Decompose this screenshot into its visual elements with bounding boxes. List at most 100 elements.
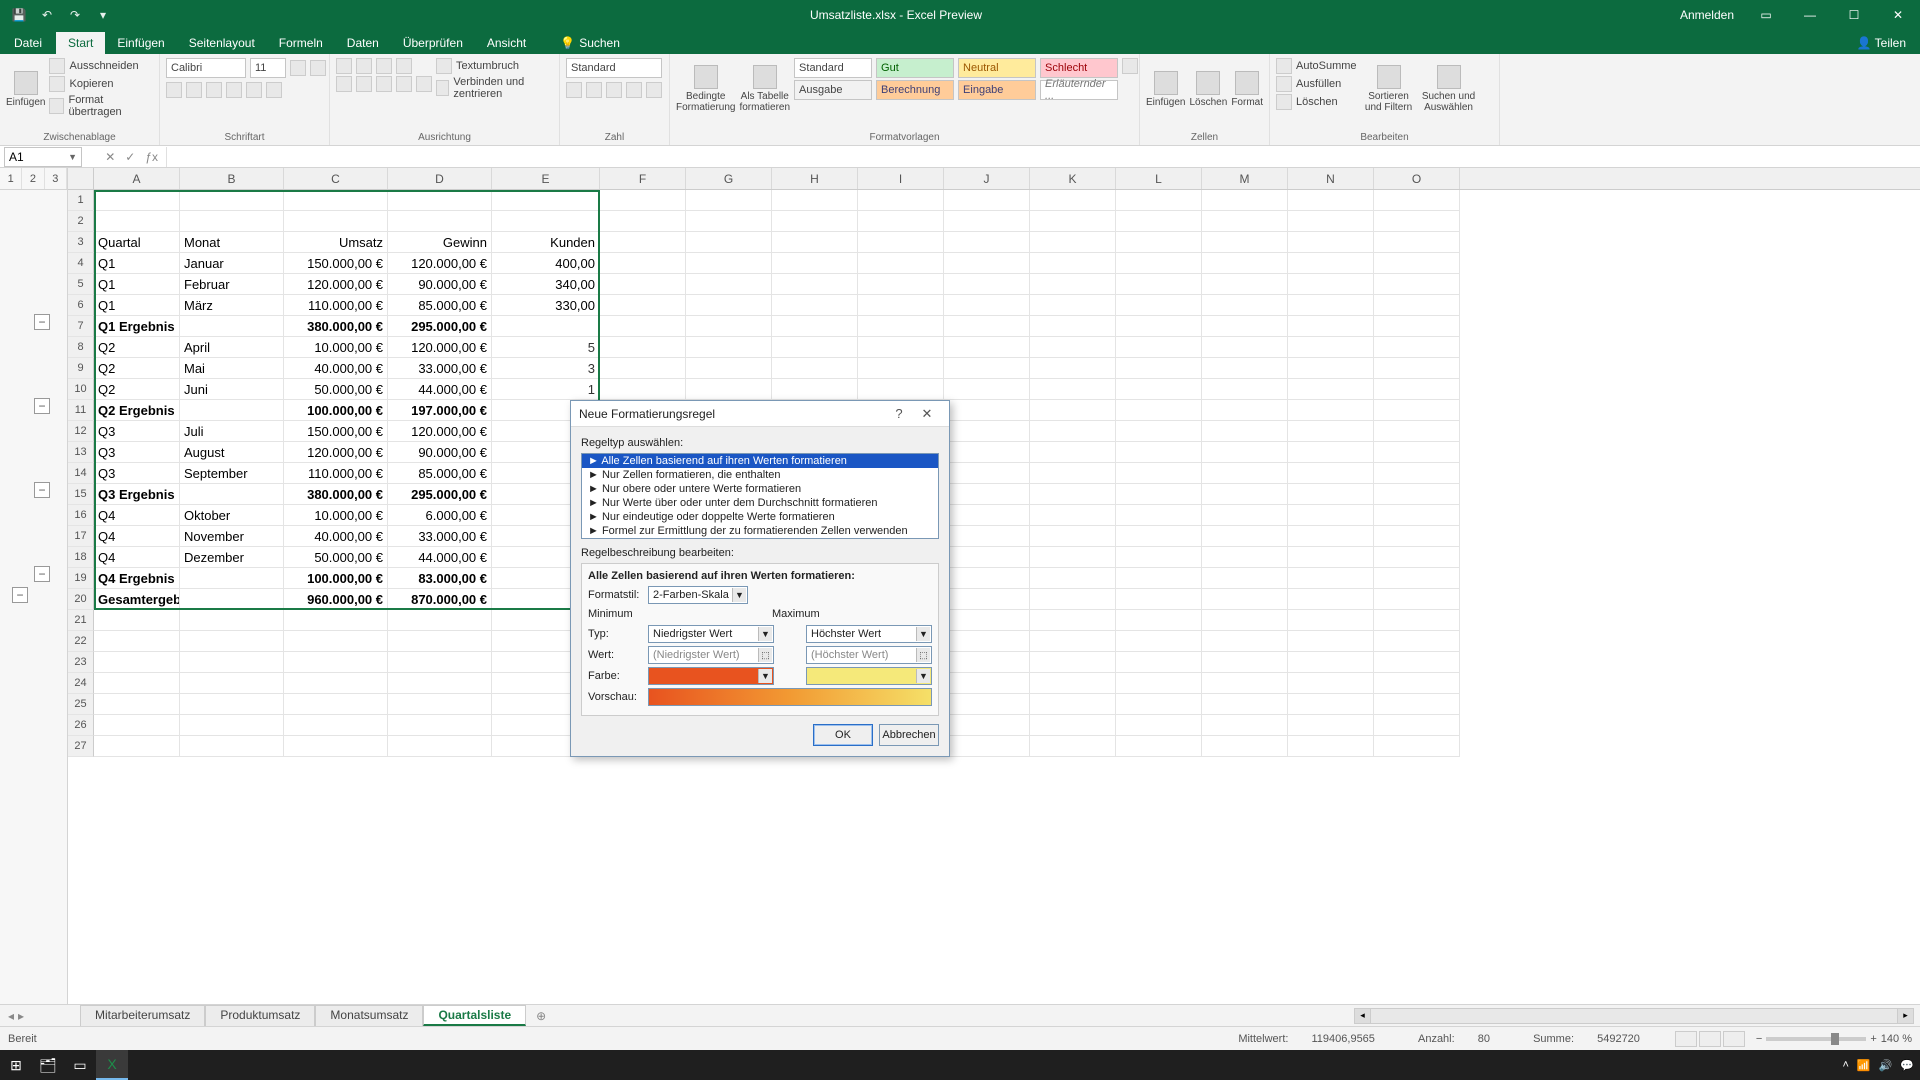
- cell[interactable]: [1288, 736, 1374, 757]
- cell[interactable]: [1116, 547, 1202, 568]
- cell[interactable]: [686, 274, 772, 295]
- cell[interactable]: [686, 190, 772, 211]
- cell[interactable]: [858, 253, 944, 274]
- cell[interactable]: [284, 673, 388, 694]
- zoom-slider[interactable]: [1766, 1037, 1866, 1041]
- cell[interactable]: [180, 190, 284, 211]
- cell[interactable]: [1116, 337, 1202, 358]
- cell[interactable]: [1288, 715, 1374, 736]
- cell[interactable]: [1288, 610, 1374, 631]
- align-top-icon[interactable]: [336, 58, 352, 74]
- cell[interactable]: [1116, 400, 1202, 421]
- redo-icon[interactable]: ↷: [66, 6, 84, 24]
- cell[interactable]: 110.000,00 €: [284, 463, 388, 484]
- cell[interactable]: [1288, 316, 1374, 337]
- tray-notifications-icon[interactable]: 💬: [1900, 1059, 1914, 1072]
- cell[interactable]: [388, 652, 492, 673]
- ribbon-options-icon[interactable]: ▭: [1754, 8, 1778, 22]
- cell[interactable]: [1202, 694, 1288, 715]
- cell[interactable]: [1116, 295, 1202, 316]
- cell[interactable]: [1030, 274, 1116, 295]
- cell[interactable]: [1202, 568, 1288, 589]
- horizontal-scrollbar[interactable]: ◂ ▸: [1354, 1008, 1914, 1024]
- cell[interactable]: [944, 274, 1030, 295]
- cell[interactable]: [492, 211, 600, 232]
- cell[interactable]: Q2 Ergebnis: [94, 400, 180, 421]
- cell[interactable]: [1288, 274, 1374, 295]
- cell[interactable]: [772, 337, 858, 358]
- rule-option[interactable]: ► Nur Werte über oder unter dem Durchsch…: [582, 496, 938, 510]
- cell[interactable]: [1202, 589, 1288, 610]
- cell[interactable]: [1116, 421, 1202, 442]
- cell[interactable]: [772, 358, 858, 379]
- cell[interactable]: 340,00: [492, 274, 600, 295]
- fill-color-icon[interactable]: [246, 82, 262, 98]
- cell[interactable]: 120.000,00 €: [284, 442, 388, 463]
- cell[interactable]: [944, 652, 1030, 673]
- column-header-L[interactable]: L: [1116, 168, 1202, 189]
- cell[interactable]: [1288, 631, 1374, 652]
- cell[interactable]: [1116, 505, 1202, 526]
- cell[interactable]: [1288, 253, 1374, 274]
- cell[interactable]: [388, 631, 492, 652]
- cell[interactable]: Q2: [94, 379, 180, 400]
- cell[interactable]: 380.000,00 €: [284, 484, 388, 505]
- number-format-select[interactable]: Standard: [566, 58, 662, 78]
- cell[interactable]: [1288, 379, 1374, 400]
- column-header-F[interactable]: F: [600, 168, 686, 189]
- cell[interactable]: [944, 715, 1030, 736]
- cell[interactable]: [858, 232, 944, 253]
- cell[interactable]: 83.000,00 €: [388, 568, 492, 589]
- cell[interactable]: [944, 295, 1030, 316]
- row-header[interactable]: 24: [68, 673, 94, 694]
- row-header[interactable]: 10: [68, 379, 94, 400]
- cell[interactable]: [1374, 463, 1460, 484]
- cell[interactable]: [1030, 736, 1116, 757]
- style-output[interactable]: Ausgabe: [794, 80, 872, 100]
- undo-icon[interactable]: ↶: [38, 6, 56, 24]
- cell[interactable]: 150.000,00 €: [284, 253, 388, 274]
- cell[interactable]: [1116, 652, 1202, 673]
- cell[interactable]: Q4: [94, 547, 180, 568]
- cell[interactable]: [1374, 694, 1460, 715]
- cell[interactable]: [180, 316, 284, 337]
- cell[interactable]: [1374, 421, 1460, 442]
- scroll-right-icon[interactable]: ▸: [1897, 1009, 1913, 1023]
- align-middle-icon[interactable]: [356, 58, 372, 74]
- cell[interactable]: [1030, 190, 1116, 211]
- cell[interactable]: [1374, 631, 1460, 652]
- cell[interactable]: 380.000,00 €: [284, 316, 388, 337]
- cell[interactable]: [1288, 463, 1374, 484]
- column-header-D[interactable]: D: [388, 168, 492, 189]
- cell[interactable]: August: [180, 442, 284, 463]
- tab-file[interactable]: Datei: [0, 32, 56, 54]
- cell[interactable]: 40.000,00 €: [284, 526, 388, 547]
- cell[interactable]: [1202, 673, 1288, 694]
- scroll-left-icon[interactable]: ◂: [1355, 1009, 1371, 1023]
- min-type-combo[interactable]: Niedrigster Wert▼: [648, 625, 774, 643]
- cell[interactable]: [1374, 736, 1460, 757]
- max-value-input[interactable]: (Höchster Wert)⬚: [806, 646, 932, 664]
- cell[interactable]: [1374, 337, 1460, 358]
- fx-icon[interactable]: ƒx: [145, 150, 158, 164]
- cell[interactable]: Juni: [180, 379, 284, 400]
- orientation-icon[interactable]: [396, 58, 412, 74]
- cell[interactable]: Gewinn: [388, 232, 492, 253]
- sheet-tab[interactable]: Mitarbeiterumsatz: [80, 1005, 205, 1026]
- cell[interactable]: April: [180, 337, 284, 358]
- cell[interactable]: [284, 736, 388, 757]
- outline-collapse-q3[interactable]: −: [34, 482, 50, 498]
- cancel-button[interactable]: Abbrechen: [879, 724, 939, 746]
- shrink-font-icon[interactable]: [310, 60, 326, 76]
- cell[interactable]: [1030, 379, 1116, 400]
- cell[interactable]: [858, 379, 944, 400]
- tab-insert[interactable]: Einfügen: [105, 32, 176, 54]
- cell[interactable]: [180, 715, 284, 736]
- zoom-control[interactable]: − + 140 %: [1756, 1033, 1912, 1045]
- cell[interactable]: [1374, 526, 1460, 547]
- row-header[interactable]: 6: [68, 295, 94, 316]
- tab-data[interactable]: Daten: [335, 32, 391, 54]
- row-header[interactable]: 3: [68, 232, 94, 253]
- cell[interactable]: [1202, 736, 1288, 757]
- cell[interactable]: [1030, 211, 1116, 232]
